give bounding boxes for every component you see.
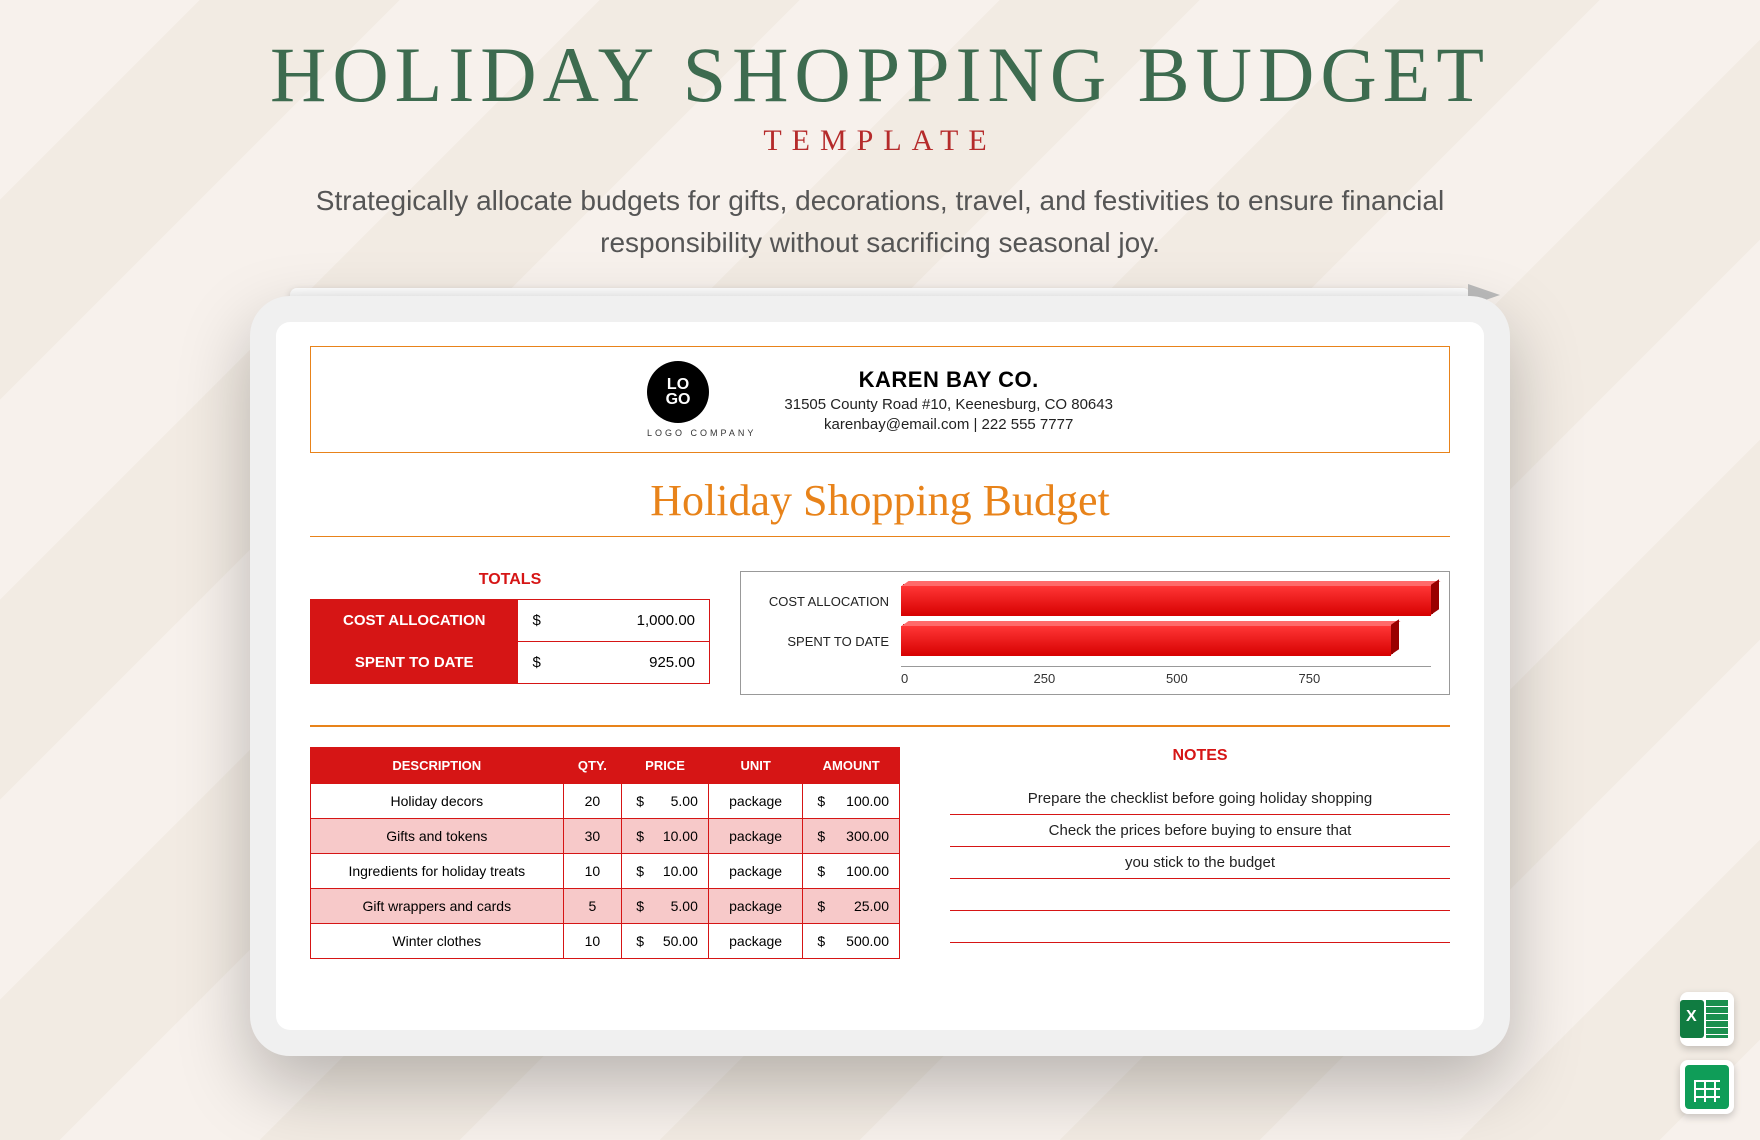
item-amount: $25.00: [803, 888, 900, 923]
item-unit: package: [708, 818, 802, 853]
tagline: Strategically allocate budgets for gifts…: [270, 180, 1490, 264]
tablet-frame: LO GO LOGO COMPANY KAREN BAY CO. 31505 C…: [250, 296, 1510, 1056]
chart-tick: 250: [1034, 671, 1167, 686]
table-row: Ingredients for holiday treats10$10.00pa…: [311, 853, 900, 888]
totals-label: TOTALS: [310, 571, 710, 589]
items-header: UNIT: [708, 747, 802, 783]
chart-bar: [901, 586, 1431, 616]
chart-tick: 500: [1166, 671, 1299, 686]
note-line: Check the prices before buying to ensure…: [950, 815, 1450, 847]
sub-title: TEMPLATE: [0, 124, 1760, 158]
chart-bar-label: COST ALLOCATION: [759, 594, 889, 609]
totals-value: $1,000.00: [518, 600, 710, 642]
google-sheets-icon[interactable]: [1680, 1060, 1734, 1114]
company-contact: karenbay@email.com | 222 555 7777: [784, 416, 1113, 433]
company-info: KAREN BAY CO. 31505 County Road #10, Kee…: [784, 367, 1113, 433]
item-desc: Gifts and tokens: [311, 818, 564, 853]
page-content: HOLIDAY SHOPPING BUDGET TEMPLATE Strateg…: [0, 0, 1760, 1056]
item-price: $10.00: [622, 818, 709, 853]
items-header: PRICE: [622, 747, 709, 783]
chart-tick: 750: [1299, 671, 1432, 686]
item-price: $5.00: [622, 783, 709, 818]
items-header: DESCRIPTION: [311, 747, 564, 783]
logo-wrap: LO GO LOGO COMPANY: [647, 361, 756, 438]
totals-chart: COST ALLOCATION SPENT TO DATE 0250500750: [740, 571, 1450, 695]
item-qty: 10: [563, 853, 622, 888]
item-price: $10.00: [622, 853, 709, 888]
item-unit: package: [708, 923, 802, 958]
note-line: you stick to the budget: [950, 847, 1450, 879]
item-desc: Holiday decors: [311, 783, 564, 818]
items-table: DESCRIPTIONQTY.PRICEUNITAMOUNT Holiday d…: [310, 747, 900, 959]
tablet-screen: LO GO LOGO COMPANY KAREN BAY CO. 31505 C…: [276, 322, 1484, 1030]
item-desc: Winter clothes: [311, 923, 564, 958]
logo-subtext: LOGO COMPANY: [647, 428, 756, 438]
totals-key: SPENT TO DATE: [311, 642, 518, 684]
company-name: KAREN BAY CO.: [784, 367, 1113, 393]
totals-block: TOTALS COST ALLOCATION$1,000.00SPENT TO …: [310, 571, 710, 684]
table-row: Gifts and tokens30$10.00package$300.00: [311, 818, 900, 853]
mid-row: TOTALS COST ALLOCATION$1,000.00SPENT TO …: [310, 571, 1450, 695]
chart-tick: 0: [901, 671, 1034, 686]
item-qty: 20: [563, 783, 622, 818]
company-header: LO GO LOGO COMPANY KAREN BAY CO. 31505 C…: [310, 346, 1450, 453]
item-qty: 5: [563, 888, 622, 923]
table-row: Gift wrappers and cards5$5.00package$25.…: [311, 888, 900, 923]
item-unit: package: [708, 888, 802, 923]
item-unit: package: [708, 783, 802, 818]
note-line: [950, 879, 1450, 911]
notes-title: NOTES: [950, 747, 1450, 765]
divider: [310, 725, 1450, 727]
item-qty: 10: [563, 923, 622, 958]
item-unit: package: [708, 853, 802, 888]
item-price: $5.00: [622, 888, 709, 923]
excel-icon[interactable]: [1680, 992, 1734, 1046]
note-line: [950, 911, 1450, 943]
bottom-row: DESCRIPTIONQTY.PRICEUNITAMOUNT Holiday d…: [310, 747, 1450, 959]
item-amount: $300.00: [803, 818, 900, 853]
logo-icon: LO GO: [647, 361, 709, 423]
document-title: Holiday Shopping Budget: [310, 475, 1450, 537]
totals-key: COST ALLOCATION: [311, 600, 518, 642]
totals-table: COST ALLOCATION$1,000.00SPENT TO DATE$92…: [310, 599, 710, 684]
note-line: Prepare the checklist before going holid…: [950, 783, 1450, 815]
chart-bar: [901, 626, 1391, 656]
notes-block: NOTES Prepare the checklist before going…: [950, 747, 1450, 959]
chart-axis: 0250500750: [901, 666, 1431, 686]
item-amount: $100.00: [803, 853, 900, 888]
table-row: Holiday decors20$5.00package$100.00: [311, 783, 900, 818]
totals-value: $925.00: [518, 642, 710, 684]
item-desc: Gift wrappers and cards: [311, 888, 564, 923]
items-header: AMOUNT: [803, 747, 900, 783]
item-amount: $500.00: [803, 923, 900, 958]
item-desc: Ingredients for holiday treats: [311, 853, 564, 888]
app-icons: [1680, 992, 1734, 1114]
item-price: $50.00: [622, 923, 709, 958]
logo-text-bot: GO: [666, 392, 691, 407]
chart-bar-label: SPENT TO DATE: [759, 634, 889, 649]
item-amount: $100.00: [803, 783, 900, 818]
table-row: Winter clothes10$50.00package$500.00: [311, 923, 900, 958]
logo-text-top: LO: [667, 377, 689, 392]
item-qty: 30: [563, 818, 622, 853]
items-header: QTY.: [563, 747, 622, 783]
main-title: HOLIDAY SHOPPING BUDGET: [0, 30, 1760, 120]
company-address: 31505 County Road #10, Keenesburg, CO 80…: [784, 396, 1113, 413]
